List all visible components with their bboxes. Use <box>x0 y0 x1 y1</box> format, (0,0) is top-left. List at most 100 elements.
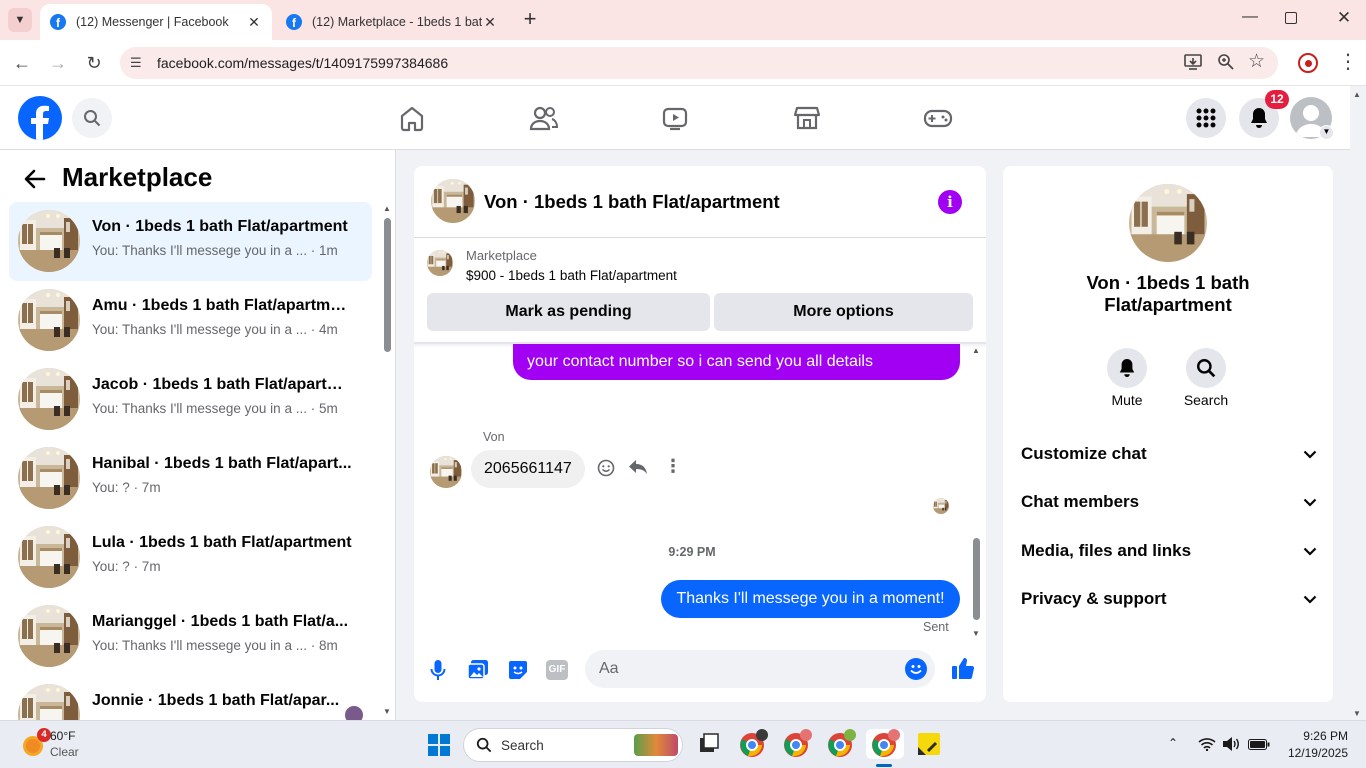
chrome-profile-icon[interactable] <box>782 729 812 759</box>
account-chevron-icon: ▼ <box>1319 125 1334 140</box>
taskbar-search-label: Search <box>501 738 544 753</box>
taskbar-search[interactable]: Search <box>463 728 683 762</box>
sticker-icon[interactable] <box>507 659 529 681</box>
voice-clip-icon[interactable] <box>430 659 446 681</box>
back-arrow-icon[interactable] <box>22 166 48 192</box>
conversation-preview: You: Thanks I'll messege you in a ... · … <box>92 322 338 337</box>
like-thumbs-up-icon[interactable] <box>951 656 975 680</box>
sender-avatar[interactable] <box>430 456 462 488</box>
profile-icon[interactable] <box>1298 53 1318 73</box>
own-message-bubble[interactable]: your contact number so i can send you al… <box>513 344 960 380</box>
weather-condition: Clear <box>50 745 79 759</box>
close-icon[interactable]: ✕ <box>246 14 262 31</box>
search-highlight-icon <box>634 734 678 756</box>
zoom-icon[interactable] <box>1217 53 1235 71</box>
show-hidden-icons[interactable]: ⌃ <box>1168 736 1178 750</box>
weather-badge: 4 <box>37 728 51 742</box>
search-conversation-button[interactable] <box>1186 348 1226 388</box>
conversation-time: · 4m <box>310 322 338 337</box>
own-message-bubble[interactable]: Thanks I'll messege you in a moment! <box>661 580 960 618</box>
new-tab-button[interactable]: + <box>518 8 542 32</box>
message-timestamp: 9:29 PM <box>668 545 716 559</box>
chrome-fb-icon[interactable] <box>738 729 768 759</box>
reload-button[interactable]: ↻ <box>82 51 106 75</box>
notification-badge: 12 <box>1265 90 1289 109</box>
chat-members-section[interactable]: Chat members <box>1021 487 1317 517</box>
message-status: Sent <box>923 620 949 634</box>
sticky-notes-icon[interactable] <box>914 729 944 759</box>
conversation-name: Hanibal · 1beds 1 bath Flat/apart... <box>92 455 352 472</box>
chat-title[interactable]: Von · 1beds 1 bath Flat/apartment <box>484 191 780 213</box>
conversation-item[interactable]: Jacob · 1beds 1 bath Flat/apartm... You: … <box>9 360 372 439</box>
message-input[interactable]: Aa <box>585 650 935 688</box>
battery-icon[interactable] <box>1248 739 1270 750</box>
clock-date[interactable]: 12/19/2025 <box>1274 746 1348 760</box>
chat-header-avatar[interactable] <box>431 179 475 223</box>
reader-avatar <box>345 706 363 720</box>
search-icon <box>1197 359 1216 378</box>
tab-marketplace[interactable]: f (12) Marketplace - 1beds 1 bath ✕ <box>276 4 508 40</box>
menu-kebab-icon[interactable]: ⋮ <box>1338 50 1358 74</box>
search-button[interactable] <box>72 98 112 138</box>
conversation-list-scrollbar[interactable]: ▲ ▼ <box>380 202 394 716</box>
conversation-item[interactable]: Hanibal · 1beds 1 bath Flat/apart... You:… <box>9 439 372 518</box>
install-app-icon[interactable] <box>1184 53 1204 71</box>
chat-panel: Von · 1beds 1 bath Flat/apartment i Mark… <box>414 166 986 702</box>
chrome-active-icon[interactable] <box>866 729 904 759</box>
conversation-item[interactable]: Lula · 1beds 1 bath Flat/apartment You: ?… <box>9 518 372 597</box>
bookmark-star-icon[interactable]: ☆ <box>1248 50 1265 73</box>
conversation-item[interactable]: Amu · 1beds 1 bath Flat/apartment You: Th… <box>9 281 372 360</box>
conversation-avatar <box>18 368 80 430</box>
friends-nav-button[interactable] <box>528 102 560 134</box>
gif-icon[interactable]: GIF <box>546 660 568 680</box>
attach-photo-icon[interactable] <box>467 659 489 681</box>
conversation-item[interactable]: Von · 1beds 1 bath Flat/apartment You: Th… <box>9 202 372 281</box>
chrome-profile-icon[interactable] <box>826 729 856 759</box>
media-files-links-section[interactable]: Media, files and links <box>1021 536 1317 566</box>
react-emoji-icon[interactable] <box>597 459 615 477</box>
minimize-button[interactable]: — <box>1238 8 1262 26</box>
conversation-name: Jacob · 1beds 1 bath Flat/apartm... <box>92 376 352 393</box>
tab-messenger[interactable]: f (12) Messenger | Facebook ✕ <box>40 4 272 40</box>
clock-time[interactable]: 9:26 PM <box>1284 729 1348 743</box>
more-options-button[interactable]: More options <box>714 293 973 331</box>
forward-button[interactable]: → <box>46 51 70 75</box>
conversation-list-panel: Marketplace Von · 1beds 1 bath Flat/apar… <box>0 150 396 720</box>
emoji-icon[interactable] <box>905 658 927 680</box>
conversation-item[interactable]: Marianggel · 1beds 1 bath Flat/a... You: … <box>9 597 372 676</box>
menu-button[interactable] <box>1186 98 1226 138</box>
windows-start-icon[interactable] <box>428 734 450 756</box>
video-nav-button[interactable] <box>659 102 691 134</box>
customize-chat-section[interactable]: Customize chat <box>1021 439 1317 469</box>
close-icon[interactable]: ✕ <box>482 14 498 31</box>
wifi-icon[interactable] <box>1198 737 1216 751</box>
listing-title[interactable]: $900 - 1beds 1 bath Flat/apartment <box>466 268 677 283</box>
page-scrollbar[interactable]: ▲ ▼ <box>1350 86 1366 720</box>
profile-photo[interactable] <box>1129 184 1207 262</box>
reply-icon[interactable] <box>628 458 648 476</box>
received-message-bubble[interactable]: 2065661147 <box>471 450 585 488</box>
weather-widget[interactable]: 4 60°F Clear <box>18 727 108 763</box>
site-info-icon[interactable]: ☰ <box>130 55 150 71</box>
message-more-icon[interactable]: ⋮ <box>664 456 682 477</box>
search-icon <box>476 737 492 753</box>
mute-button[interactable] <box>1107 348 1147 388</box>
conversation-item[interactable]: Jonnie · 1beds 1 bath Flat/apar... <box>9 676 372 720</box>
conversation-info-icon[interactable]: i <box>938 190 962 214</box>
close-window-button[interactable]: ✕ <box>1332 8 1356 28</box>
url-bar[interactable]: ☰ facebook.com/messages/t/14091759973846… <box>120 47 1278 79</box>
tab-search-button[interactable]: ▼ <box>8 8 32 32</box>
facebook-logo-icon[interactable] <box>18 96 62 140</box>
listing-thumbnail[interactable] <box>427 250 453 276</box>
message-scrollbar[interactable]: ▲ ▼ <box>970 346 984 638</box>
task-view-icon[interactable] <box>694 729 724 759</box>
volume-icon[interactable] <box>1222 736 1240 752</box>
gaming-nav-button[interactable] <box>922 102 954 134</box>
privacy-support-section[interactable]: Privacy & support <box>1021 584 1317 614</box>
mark-as-pending-button[interactable]: Mark as pending <box>427 293 710 331</box>
conversation-avatar <box>18 289 80 351</box>
maximize-button[interactable] <box>1285 12 1297 24</box>
home-nav-button[interactable] <box>396 102 428 134</box>
marketplace-nav-button[interactable] <box>791 102 823 134</box>
back-button[interactable]: ← <box>10 51 34 75</box>
